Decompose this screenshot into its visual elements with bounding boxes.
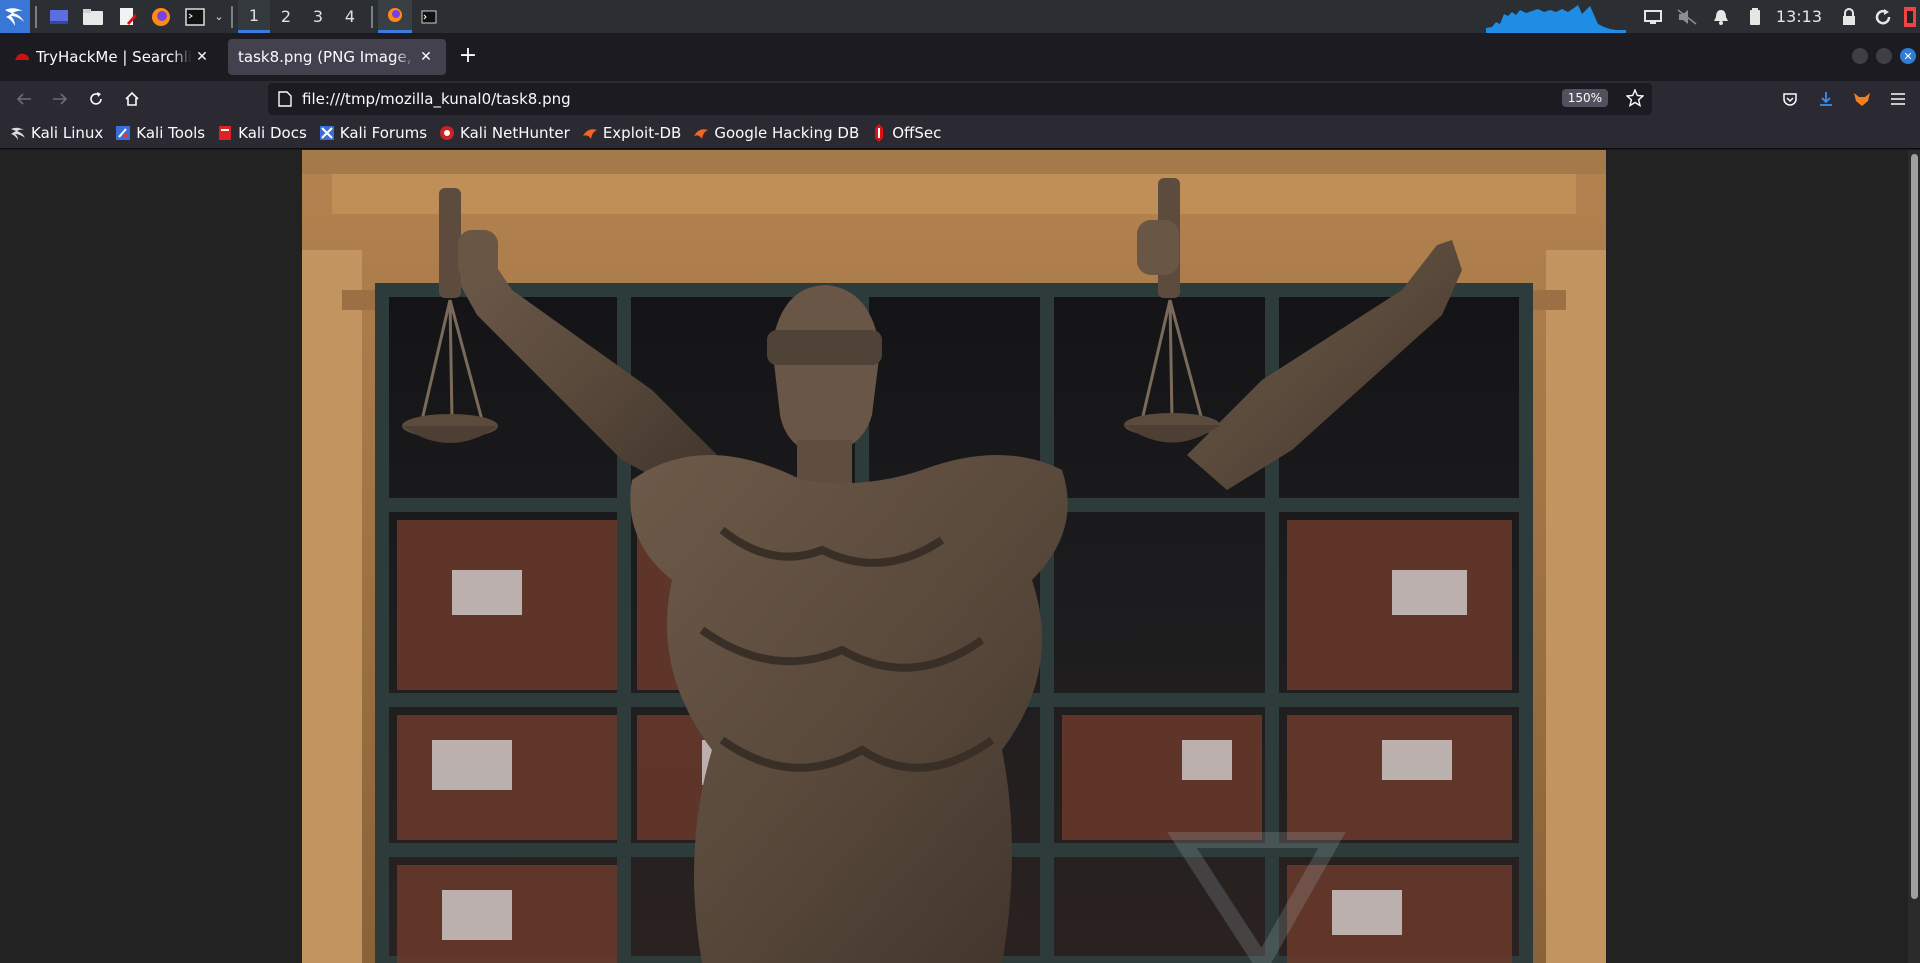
forward-button[interactable]: [42, 81, 78, 117]
notifications-bell-icon[interactable]: [1704, 0, 1738, 33]
kali-forums-icon: [319, 125, 335, 141]
bookmark-offsec[interactable]: OffSec: [871, 123, 942, 142]
reload-icon: [90, 92, 102, 105]
new-tab-button[interactable]: +: [456, 45, 480, 69]
file-page-icon: [278, 91, 292, 107]
bookmark-label: Kali NetHunter: [460, 123, 570, 142]
bookmarks-toolbar: Kali Linux Kali Tools Kali Docs Kali For…: [0, 117, 1920, 149]
bookmark-kali-forums[interactable]: Kali Forums: [319, 124, 427, 142]
bookmark-label: Kali Docs: [238, 123, 307, 142]
workspace-1[interactable]: 1: [238, 0, 270, 33]
bookmark-label: Exploit-DB: [602, 123, 682, 142]
exploit-db-icon: [582, 125, 598, 141]
extension-fox-icon[interactable]: [1844, 81, 1880, 117]
workspace-2[interactable]: 2: [270, 0, 302, 33]
bookmark-label: Kali Forums: [339, 123, 428, 142]
statue-of-justice-image: [302, 150, 1606, 963]
power-icon[interactable]: [1900, 0, 1920, 33]
close-window-button[interactable]: ✕: [1900, 48, 1916, 64]
url-bar[interactable]: file:///tmp/mozilla_kunal0/task8.png 150…: [268, 83, 1652, 115]
kali-tools-icon: [115, 125, 131, 141]
zoom-level-badge[interactable]: 150%: [1561, 89, 1608, 107]
volume-muted-icon[interactable]: [1670, 0, 1704, 33]
reload-button[interactable]: [78, 81, 114, 117]
lock-screen-icon[interactable]: [1832, 0, 1866, 33]
image-viewer-content: [0, 150, 1920, 963]
workspace-3[interactable]: 3: [302, 0, 334, 33]
refresh-session-icon[interactable]: [1866, 0, 1900, 33]
minimize-window-button[interactable]: [1852, 48, 1868, 64]
arrow-left-icon: [16, 93, 31, 105]
taskbar-firefox-window[interactable]: [378, 0, 412, 33]
bookmark-label: Kali Tools: [136, 123, 206, 142]
clock[interactable]: 13:13: [1776, 7, 1822, 26]
bookmark-kali-docs[interactable]: Kali Docs: [217, 124, 307, 142]
bookmark-google-hacking-db[interactable]: Google Hacking DB: [693, 124, 859, 142]
home-button[interactable]: [114, 81, 150, 117]
home-icon: [125, 91, 139, 106]
tab-label: task8.png (PNG Image, 915 ×: [238, 48, 416, 66]
launcher-dropdown-icon[interactable]: ⌄: [212, 10, 226, 23]
bookmark-label: Kali Linux: [31, 123, 104, 142]
text-editor-icon[interactable]: [110, 0, 144, 33]
tab-task8-png[interactable]: task8.png (PNG Image, 915 × ✕: [228, 39, 446, 75]
ghdb-icon: [693, 125, 709, 141]
display-icon[interactable]: [1636, 0, 1670, 33]
workspace-label: 3: [312, 7, 324, 26]
navigation-toolbar: file:///tmp/mozilla_kunal0/task8.png 150…: [0, 81, 1920, 117]
bookmark-star-icon[interactable]: [1625, 88, 1645, 111]
cpu-graph-widget: [1485, 0, 1626, 33]
show-desktop-icon[interactable]: [42, 0, 76, 33]
taskbar-terminal-window[interactable]: [412, 0, 446, 33]
maximize-window-button[interactable]: [1876, 48, 1892, 64]
bookmark-label: Google Hacking DB: [714, 123, 860, 142]
tab-tryhackme[interactable]: TryHackMe | Searchlight - ✕: [4, 39, 222, 75]
close-tab-icon[interactable]: ✕: [192, 49, 212, 65]
workspace-label: 4: [344, 7, 356, 26]
file-manager-icon[interactable]: [76, 0, 110, 33]
downloads-icon[interactable]: [1808, 81, 1844, 117]
desktop-top-panel: ⌄ 1 2 3 4 13:13: [0, 0, 1920, 33]
workspace-4[interactable]: 4: [334, 0, 366, 33]
battery-icon[interactable]: [1738, 0, 1772, 33]
vertical-scrollbar[interactable]: [1908, 150, 1920, 963]
bookmark-kali-linux[interactable]: Kali Linux: [10, 124, 103, 142]
window-controls: ✕: [1852, 48, 1916, 64]
pocket-icon[interactable]: [1772, 81, 1808, 117]
bookmark-kali-tools[interactable]: Kali Tools: [115, 124, 205, 142]
app-menu-hamburger-icon[interactable]: [1880, 81, 1916, 117]
tryhackme-favicon-icon: [14, 49, 30, 65]
offsec-icon: [871, 123, 887, 142]
url-text[interactable]: file:///tmp/mozilla_kunal0/task8.png: [302, 90, 571, 108]
bookmark-exploit-db[interactable]: Exploit-DB: [582, 123, 682, 142]
kali-docs-icon: [217, 125, 233, 141]
bookmark-kali-nethunter[interactable]: Kali NetHunter: [439, 124, 570, 142]
tab-label: TryHackMe | Searchlight -: [36, 48, 192, 66]
nethunter-icon: [439, 125, 455, 141]
terminal-launcher-icon[interactable]: [178, 0, 212, 33]
arrow-right-icon: [53, 93, 68, 105]
firefox-launcher-icon[interactable]: [144, 0, 178, 33]
browser-tab-strip: TryHackMe | Searchlight - ✕ task8.png (P…: [0, 33, 1920, 81]
back-button[interactable]: [6, 81, 42, 117]
close-tab-icon[interactable]: ✕: [416, 49, 436, 65]
scrollbar-thumb[interactable]: [1911, 154, 1918, 899]
workspace-label: 2: [280, 7, 292, 26]
workspace-label: 1: [248, 5, 260, 25]
bookmark-label: OffSec: [892, 123, 942, 142]
kali-menu-icon[interactable]: [0, 0, 30, 33]
kali-dragon-icon: [10, 125, 26, 141]
